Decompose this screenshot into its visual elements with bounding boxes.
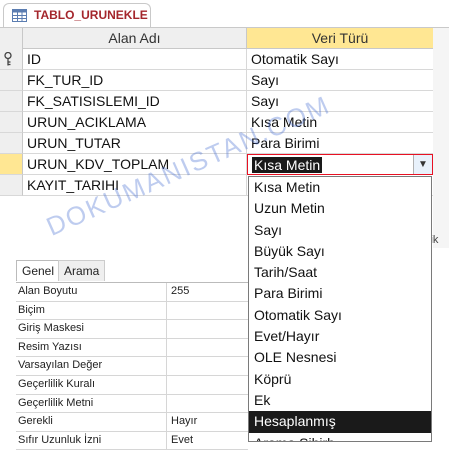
field-row[interactable]: ID Otomatik Sayı — [0, 49, 433, 70]
dropdown-option[interactable]: Kısa Metin — [249, 177, 431, 198]
field-row[interactable]: URUN_TUTAR Para Birimi — [0, 133, 433, 154]
data-type-cell[interactable]: Sayı — [247, 70, 433, 91]
property-row[interactable]: Biçim — [16, 301, 248, 321]
data-type-cell[interactable]: Para Birimi — [247, 133, 433, 154]
field-name-cell[interactable]: URUN_TUTAR — [23, 133, 247, 154]
property-label: Resim Yazısı — [16, 338, 167, 357]
row-selector[interactable] — [0, 112, 23, 133]
field-row-active[interactable]: URUN_KDV_TOPLAM Kısa Metin ▼ — [0, 154, 433, 175]
field-name-cell[interactable]: ID — [23, 49, 247, 70]
property-row[interactable]: Giriş Maskesi — [16, 320, 248, 339]
field-name-cell[interactable]: FK_TUR_ID — [23, 70, 247, 91]
dropdown-option[interactable]: Tarih/Saat — [249, 262, 431, 283]
data-type-cell[interactable]: Otomatik Sayı — [247, 49, 433, 70]
row-selector[interactable] — [0, 91, 23, 112]
dropdown-option[interactable]: Köprü — [249, 369, 431, 390]
tab-lookup[interactable]: Arama — [58, 260, 106, 281]
property-label: Giriş Maskesi — [16, 320, 167, 338]
property-value[interactable]: 255 — [171, 283, 189, 300]
row-selector[interactable] — [0, 49, 23, 70]
chevron-down-icon[interactable]: ▼ — [413, 155, 432, 174]
property-row[interactable]: Geçerlilik Kuralı — [16, 375, 248, 395]
column-header-data-type[interactable]: Veri Türü — [247, 28, 433, 49]
field-name-cell[interactable]: URUN_ACIKLAMA — [23, 112, 247, 133]
dropdown-option[interactable]: Sayı — [249, 220, 431, 241]
property-value[interactable]: Evet — [171, 432, 193, 449]
row-selector[interactable] — [0, 133, 23, 154]
property-label: Sıfır Uzunluk İzni — [16, 431, 167, 450]
data-type-combobox[interactable]: Kısa Metin ▼ — [247, 154, 433, 175]
dropdown-option[interactable]: Ek — [249, 390, 431, 411]
field-name-cell[interactable]: KAYIT_TARIHI — [23, 175, 247, 196]
field-name-cell[interactable]: FK_SATISISLEMI_ID — [23, 91, 247, 112]
row-selector-active[interactable] — [0, 154, 23, 175]
header-row-selector — [0, 28, 23, 49]
dropdown-option[interactable]: OLE Nesnesi — [249, 347, 431, 368]
dropdown-option[interactable]: Uzun Metin — [249, 198, 431, 219]
dropdown-option[interactable]: Evet/Hayır — [249, 326, 431, 347]
properties-table: Alan Boyutu 255 Biçim Giriş Maskesi Resi… — [16, 282, 248, 450]
property-row[interactable]: Varsayılan Değer — [16, 357, 248, 376]
dropdown-option[interactable]: Para Birimi — [249, 283, 431, 304]
dropdown-option[interactable]: Otomatik Sayı — [249, 305, 431, 326]
dropdown-option[interactable]: Arama Sihirb — [249, 433, 431, 441]
table-icon — [12, 9, 27, 22]
property-row[interactable]: Alan Boyutu 255 — [16, 283, 248, 302]
property-value[interactable]: Hayır — [171, 413, 197, 430]
data-type-dropdown-list[interactable]: Kısa Metin Uzun Metin Sayı Büyük Sayı Ta… — [248, 176, 432, 442]
tab-general[interactable]: Genel — [16, 260, 61, 281]
data-type-combobox-value: Kısa Metin — [252, 157, 323, 173]
property-row[interactable]: Resim Yazısı — [16, 338, 248, 358]
dropdown-option[interactable]: Büyük Sayı — [249, 241, 431, 262]
field-row[interactable]: URUN_ACIKLAMA Kısa Metin — [0, 112, 433, 133]
property-label: Gerekli — [16, 413, 167, 431]
table-tab[interactable]: TABLO_URUNEKLE — [3, 3, 151, 28]
document-tab-bar: TABLO_URUNEKLE — [0, 0, 449, 28]
field-row[interactable]: FK_SATISISLEMI_ID Sayı — [0, 91, 433, 112]
property-label: Alan Boyutu — [16, 283, 167, 301]
property-label: Varsayılan Değer — [16, 357, 167, 375]
property-label: Biçim — [16, 301, 167, 320]
row-selector[interactable] — [0, 70, 23, 91]
dropdown-option-highlighted[interactable]: Hesaplanmış — [249, 411, 431, 433]
property-row[interactable]: Gerekli Hayır — [16, 413, 248, 432]
field-row[interactable]: FK_TUR_ID Sayı — [0, 70, 433, 91]
property-label: Geçerlilik Kuralı — [16, 375, 167, 394]
data-type-cell[interactable]: Kısa Metin — [247, 112, 433, 133]
property-row[interactable]: Geçerlilik Metni — [16, 394, 248, 414]
property-row[interactable]: Sıfır Uzunluk İzni Evet — [16, 431, 248, 450]
primary-key-icon — [4, 52, 12, 66]
vertical-scrollbar[interactable] — [433, 28, 449, 248]
field-name-cell[interactable]: URUN_KDV_TOPLAM — [23, 154, 247, 175]
data-type-cell[interactable]: Sayı — [247, 91, 433, 112]
column-header-field-name[interactable]: Alan Adı — [23, 28, 247, 49]
tab-title: TABLO_URUNEKLE — [34, 8, 148, 22]
row-selector[interactable] — [0, 175, 23, 196]
property-label: Geçerlilik Metni — [16, 394, 167, 413]
